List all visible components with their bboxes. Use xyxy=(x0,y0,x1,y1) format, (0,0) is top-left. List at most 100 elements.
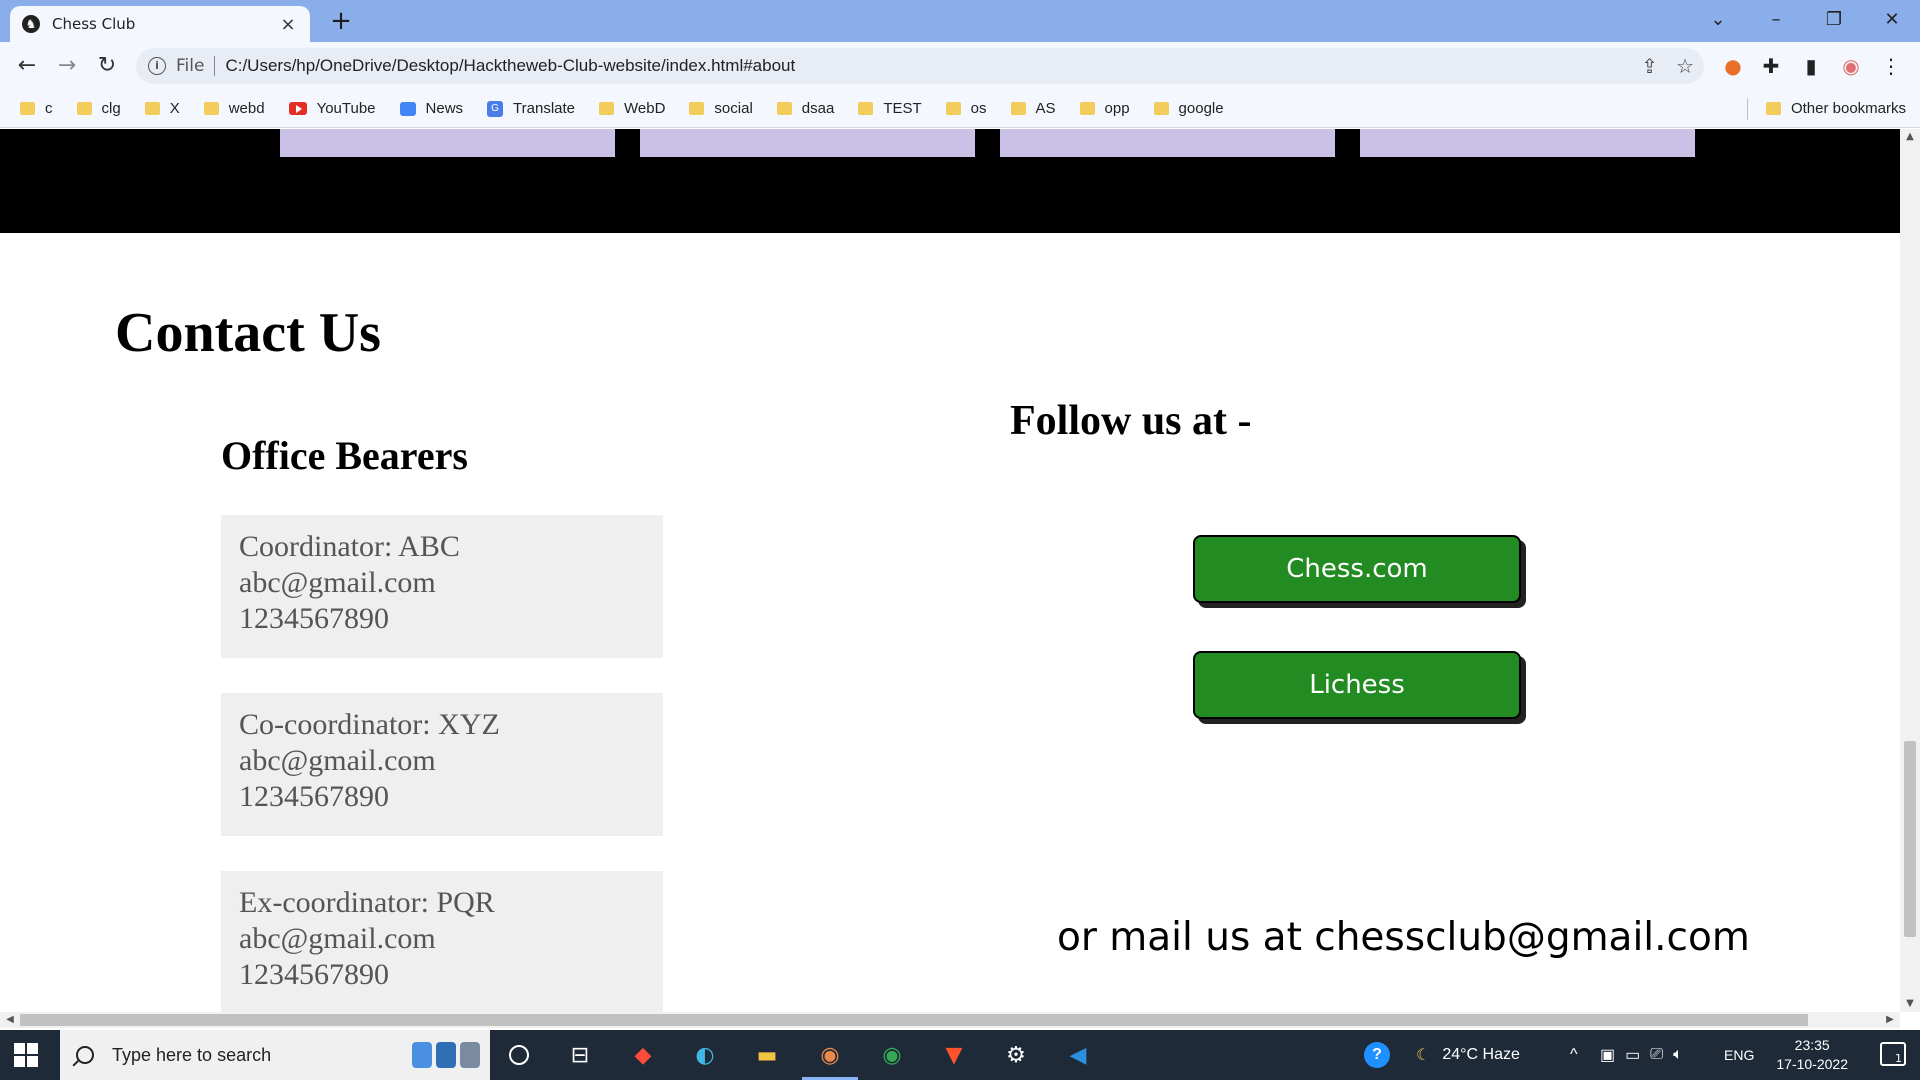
new-tab-button[interactable]: + xyxy=(326,6,356,36)
network-icon[interactable]: ⎚ xyxy=(1650,1046,1663,1064)
weather-widget[interactable]: ☾ 24°C Haze xyxy=(1416,1030,1520,1080)
mail-contact-text: or mail us at chessclub@gmail.com xyxy=(1057,915,1750,960)
address-bar[interactable]: i File C:/Users/hp/OneDrive/Desktop/Hack… xyxy=(136,48,1704,84)
horizontal-scroll-thumb[interactable] xyxy=(20,1014,1808,1026)
clock[interactable]: 23:35 17-10-2022 xyxy=(1776,1036,1848,1074)
bearer-email: abc@gmail.com xyxy=(239,744,436,777)
system-tray-icons[interactable]: ▣ ▭ ⎚ 🔈︎ xyxy=(1600,1030,1683,1080)
app-diamond-icon[interactable]: ◆ xyxy=(626,1038,660,1072)
menu-kebab-icon[interactable]: ⋮ xyxy=(1876,51,1906,81)
file-scheme-label: File xyxy=(176,56,205,76)
extension-icon[interactable]: ● xyxy=(1718,51,1748,81)
bookmark-item[interactable]: c xyxy=(20,100,53,117)
close-tab-icon[interactable]: × xyxy=(278,14,298,35)
folder-icon xyxy=(1153,102,1169,115)
bookmark-item[interactable]: G Translate xyxy=(487,100,575,117)
search-highlight-icon xyxy=(412,1042,480,1068)
vertical-scroll-thumb[interactable] xyxy=(1904,741,1916,937)
bookmark-item[interactable]: dsaa xyxy=(776,100,835,117)
clock-date: 17-10-2022 xyxy=(1776,1056,1848,1072)
bearer-role: Co-coordinator: XYZ xyxy=(239,708,500,741)
cortana-icon[interactable] xyxy=(502,1038,536,1072)
bookmark-item[interactable]: WebD xyxy=(599,100,665,117)
bookmarks-bar: c clg X webd YouTube News G Translate Web… xyxy=(0,90,1920,128)
vscode-icon[interactable]: ◀ xyxy=(1061,1038,1095,1072)
bookmark-item[interactable]: opp xyxy=(1079,100,1130,117)
show-hidden-icons-chevron-icon[interactable]: ^ xyxy=(1570,1030,1578,1080)
reload-icon[interactable]: ↻ xyxy=(92,51,122,81)
scroll-up-arrow-icon[interactable]: ▲ xyxy=(1900,129,1920,145)
bookmark-item[interactable]: os xyxy=(945,100,987,117)
file-explorer-icon[interactable]: ▬ xyxy=(750,1038,784,1072)
profile-avatar[interactable]: ◉ xyxy=(1836,51,1866,81)
google-news-icon xyxy=(399,101,416,116)
follow-heading: Follow us at - xyxy=(1010,398,1252,444)
bookmark-label: google xyxy=(1178,100,1224,117)
settings-gear-icon[interactable]: ⚙ xyxy=(999,1038,1033,1072)
task-view-icon[interactable]: ⊟ xyxy=(563,1038,597,1072)
scroll-right-arrow-icon[interactable]: ▶ xyxy=(1882,1012,1898,1028)
bookmark-label: social xyxy=(714,100,753,117)
close-window-button[interactable]: ✕ xyxy=(1864,4,1920,36)
bookmark-label: X xyxy=(169,100,180,117)
share-icon[interactable]: ⇪ xyxy=(1641,54,1658,78)
battery-icon[interactable]: ▭ xyxy=(1625,1045,1640,1065)
language-indicator[interactable]: ENG xyxy=(1724,1030,1754,1080)
bearer-role: Coordinator: ABC xyxy=(239,530,460,563)
windows-start-icon[interactable] xyxy=(14,1043,38,1067)
bookmark-item[interactable]: X xyxy=(144,100,180,117)
bookmark-item[interactable]: clg xyxy=(76,100,121,117)
bearer-phone: 1234567890 xyxy=(239,602,389,635)
bookmark-label: AS xyxy=(1035,100,1056,117)
forward-arrow-icon[interactable]: → xyxy=(52,51,82,81)
folder-icon xyxy=(1010,102,1026,115)
chrome-icon[interactable]: ◉ xyxy=(875,1038,909,1072)
other-bookmarks[interactable]: Other bookmarks xyxy=(1765,100,1906,117)
notification-center-icon[interactable]: 1 xyxy=(1880,1042,1906,1066)
minimize-button[interactable]: – xyxy=(1748,4,1804,36)
side-panel-icon[interactable]: ▮ xyxy=(1796,51,1826,81)
brave-icon[interactable]: ▼ xyxy=(937,1038,971,1072)
other-bookmarks-label: Other bookmarks xyxy=(1790,100,1906,117)
office-bearers-heading: Office Bearers xyxy=(221,433,468,478)
clock-time: 23:35 xyxy=(1794,1037,1830,1053)
taskbar-search[interactable]: Type here to search xyxy=(60,1030,490,1080)
edge-icon[interactable]: ◐ xyxy=(688,1038,722,1072)
lichess-button[interactable]: Lichess xyxy=(1193,651,1521,719)
bookmark-item[interactable]: AS xyxy=(1010,100,1056,117)
gallery-card xyxy=(640,129,975,157)
bookmark-item[interactable]: webd xyxy=(203,100,265,117)
scroll-down-arrow-icon[interactable]: ▼ xyxy=(1900,996,1920,1012)
bookmark-item[interactable]: News xyxy=(399,100,463,117)
bookmark-item[interactable]: TEST xyxy=(858,100,922,117)
tab-title: Chess Club xyxy=(52,15,136,33)
horizontal-scrollbar[interactable]: ◀ ▶ xyxy=(0,1012,1900,1028)
bookmark-label: dsaa xyxy=(801,100,835,117)
restore-button[interactable]: ❐ xyxy=(1806,4,1862,36)
url-text[interactable]: C:/Users/hp/OneDrive/Desktop/Hacktheweb-… xyxy=(225,56,795,76)
extensions-puzzle-icon[interactable]: ✚ xyxy=(1756,51,1786,81)
chrome-profile-icon[interactable]: ◉ xyxy=(813,1038,847,1072)
contact-heading: Contact Us xyxy=(115,302,381,364)
gallery-card xyxy=(1360,129,1695,157)
back-arrow-icon[interactable]: ← xyxy=(12,51,42,81)
meet-now-icon[interactable]: ▣ xyxy=(1600,1045,1615,1065)
bookmark-star-icon[interactable]: ☆ xyxy=(1676,54,1694,78)
search-icon xyxy=(76,1046,94,1064)
folder-icon xyxy=(858,102,874,115)
chess-com-button[interactable]: Chess.com xyxy=(1193,535,1521,603)
browser-tab[interactable]: ♞ Chess Club × xyxy=(10,6,310,42)
vertical-scrollbar[interactable]: ▲ ▼ xyxy=(1900,129,1920,1012)
folder-icon xyxy=(144,102,160,115)
scroll-left-arrow-icon[interactable]: ◀ xyxy=(2,1012,18,1028)
bearer-role: Ex-coordinator: PQR xyxy=(239,886,495,919)
site-info-icon[interactable]: i xyxy=(148,57,166,75)
tab-search-icon[interactable]: ⌄ xyxy=(1690,4,1746,36)
bookmark-item[interactable]: social xyxy=(689,100,753,117)
bookmark-item[interactable]: google xyxy=(1153,100,1224,117)
bookmark-item[interactable]: YouTube xyxy=(288,100,376,117)
bookmark-label: YouTube xyxy=(316,100,376,117)
help-icon[interactable]: ? xyxy=(1364,1030,1390,1080)
google-translate-icon: G xyxy=(487,100,504,117)
volume-icon[interactable]: 🔈︎ xyxy=(1673,1046,1683,1064)
